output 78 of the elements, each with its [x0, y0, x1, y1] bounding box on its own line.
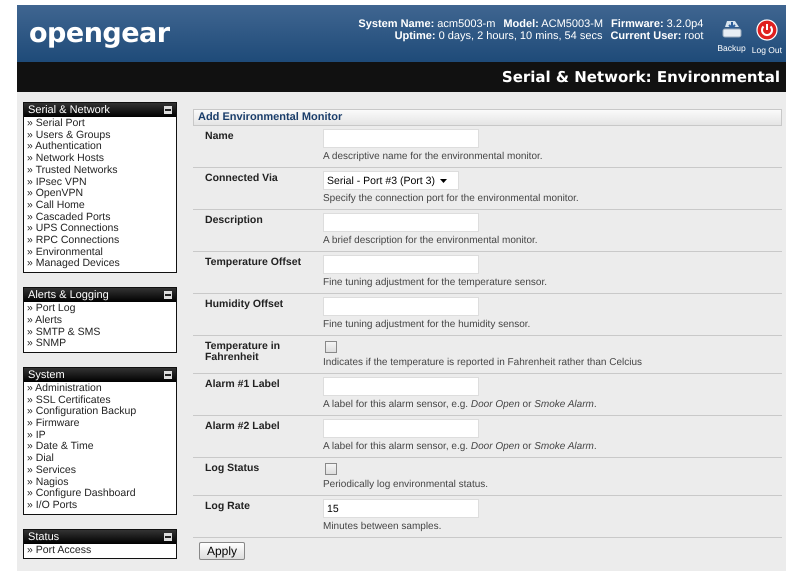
menu-link[interactable]: » Dial [27, 453, 54, 465]
input-field[interactable] [323, 419, 479, 438]
menu-link[interactable]: » Serial Port [27, 118, 85, 130]
menu-link[interactable]: » Users & Groups [27, 130, 110, 142]
menu-link[interactable]: » SSL Certificates [27, 394, 111, 406]
input-field[interactable] [323, 377, 479, 396]
section-header: Add Environmental Monitor [193, 109, 782, 126]
menu-link[interactable]: » SMTP & SMS [27, 326, 100, 338]
menu-link[interactable]: » Nagios [27, 476, 68, 488]
system-info: Uptime: 0 days, 2 hours, 10 mins, 54 secs Current User: root [394, 30, 704, 42]
menu-title: Alerts & Logging [28, 289, 109, 302]
menu-link[interactable]: » Firmware [27, 418, 80, 430]
field-label: Description [205, 215, 264, 226]
field-label: Name [205, 131, 235, 142]
menu-title: Serial & Network [28, 104, 110, 116]
menu-link[interactable]: » IP [27, 430, 46, 442]
field-label: Alarm #2 Label [205, 421, 281, 432]
menu-link[interactable]: » SNMP [27, 338, 66, 350]
input-field[interactable]: 15 [323, 499, 479, 518]
logout-button[interactable]: Log Out [752, 19, 782, 55]
field-label: Log Status [205, 463, 260, 474]
menu-link[interactable]: » Environmental [27, 246, 103, 258]
menu-link[interactable]: » RPC Connections [27, 235, 120, 247]
checkbox[interactable] [325, 463, 337, 475]
input-field[interactable] [323, 297, 479, 316]
field-label: Humidity Offset [205, 299, 284, 310]
hint-text: Fine tuning adjustment for the humidity sensor. [323, 319, 530, 331]
field-label: Temperature Offset [205, 257, 302, 268]
menu-link[interactable]: » Cascaded Ports [27, 212, 110, 224]
hint-text: A label for this alarm sensor, e.g. Door Open or Smoke Alarm. [323, 399, 597, 411]
hint-text: Indicates if the temperature is reported in Fahrenheit rather than Celcius [323, 357, 642, 369]
menu-link[interactable]: » OpenVPN [27, 188, 84, 200]
menu-link[interactable]: » Port Log [27, 303, 76, 315]
checkbox[interactable] [325, 341, 337, 353]
menu-link[interactable]: » Network Hosts [27, 153, 104, 165]
caret-icon [440, 178, 447, 182]
system-info: System Name: acm5003-m Model: ACM5003-M Firmware: 3.2.0p4 [358, 18, 704, 30]
menu-link[interactable]: » IPsec VPN [27, 176, 87, 188]
field-label: Log Rate [205, 501, 251, 512]
hint-text: Fine tuning adjustment for the temperature sensor. [323, 277, 548, 289]
hint-text: A label for this alarm sensor, e.g. Door Open or Smoke Alarm. [323, 441, 597, 453]
menu-link[interactable]: » UPS Connections [27, 223, 119, 236]
input-field[interactable] [323, 129, 479, 148]
menu-title: Status [28, 530, 60, 543]
dropdown[interactable]: Serial - Port #3 (Port 3) [323, 171, 459, 190]
menu-link[interactable]: » Configure Dashboard [27, 488, 136, 500]
menu-link[interactable]: » Administration [27, 382, 102, 395]
menu-link[interactable]: » Alerts [27, 314, 62, 327]
menu-link[interactable]: » Authentication [27, 141, 102, 154]
hint-text: Periodically log environmental status. [323, 479, 488, 491]
hint-text: Specify the connection port for the environmental monitor. [323, 193, 579, 205]
menu-link[interactable]: » Configuration Backup [27, 406, 136, 418]
hint-text: Minutes between samples. [323, 521, 442, 533]
input-field[interactable] [323, 255, 479, 274]
input-field[interactable] [323, 213, 479, 232]
menu-title: System [28, 368, 65, 381]
power-icon [756, 19, 778, 41]
field-label: Alarm #1 Label [205, 379, 281, 390]
collapse-icon[interactable] [164, 532, 172, 541]
apply-button[interactable]: Apply [199, 542, 246, 560]
backup-button[interactable]: Backup [717, 19, 746, 55]
drive-icon [720, 19, 743, 39]
collapse-icon[interactable] [164, 370, 172, 379]
menu-link[interactable]: » Date & Time [27, 441, 94, 454]
hint-text: A descriptive name for the environmental monitor. [323, 151, 543, 163]
menu-link[interactable]: » Port Access [27, 544, 92, 556]
menu-link[interactable]: » Services [27, 464, 76, 477]
menu-link[interactable]: » I/O Ports [27, 500, 78, 512]
logo: opengear [29, 18, 171, 49]
collapse-icon[interactable] [164, 291, 172, 300]
menu-link[interactable]: » Managed Devices [27, 258, 120, 270]
field-label: Connected Via [205, 173, 279, 184]
menu-link[interactable]: » Trusted Networks [27, 164, 118, 177]
field-label: Temperature in Fahrenheit [205, 341, 282, 363]
collapse-icon[interactable] [164, 106, 172, 114]
page-title: Serial & Network: Environmental [502, 68, 780, 86]
menu-link[interactable]: » Call Home [27, 200, 85, 212]
hint-text: A brief description for the environmental monitor. [323, 235, 538, 247]
